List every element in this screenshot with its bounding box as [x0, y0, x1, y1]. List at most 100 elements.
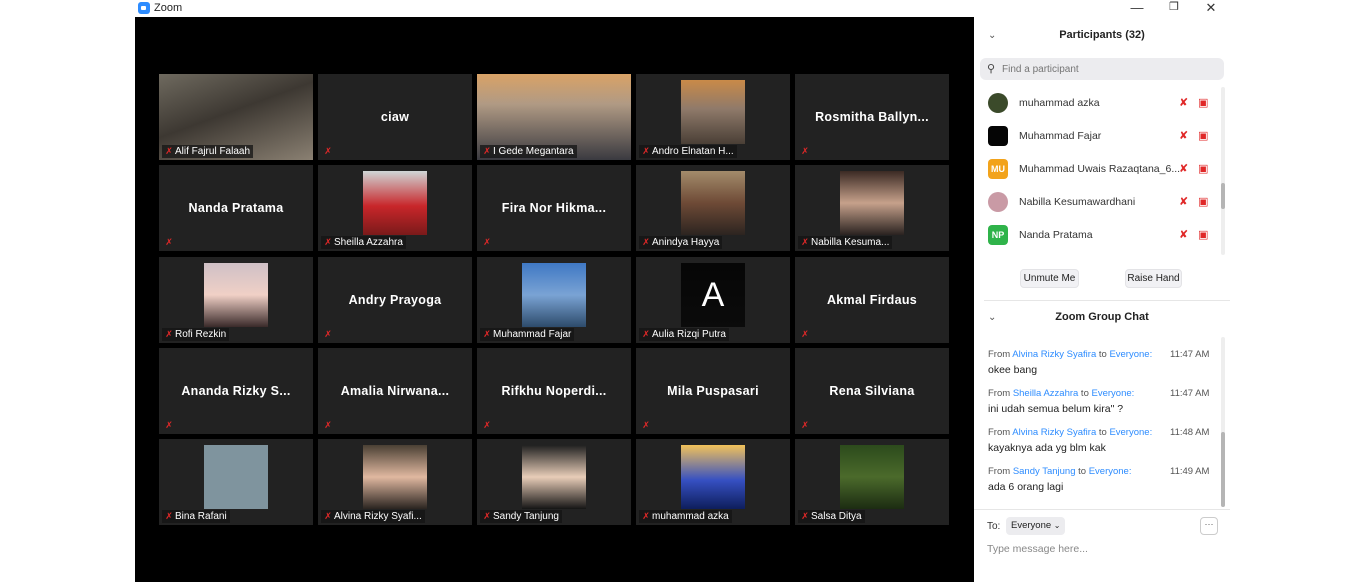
participant-tile[interactable]: ✗ muhammad azka	[636, 439, 790, 525]
participant-name-label: ✗ Sandy Tanjung	[480, 510, 562, 523]
muted-mic-icon: ✗	[801, 329, 809, 339]
muted-mic-icon: ✗	[324, 146, 332, 156]
participant-search-input[interactable]	[1002, 61, 1217, 77]
zoom-logo-icon	[138, 2, 150, 14]
participant-search[interactable]: ⚲	[980, 58, 1224, 80]
participant-tile[interactable]: ✗ Salsa Ditya	[795, 439, 949, 525]
participant-name: Ananda Rizky S...	[181, 384, 291, 398]
video-feed	[840, 445, 904, 509]
chat-message-meta: From Sheilla Azzahra to Everyone: 11:47 A…	[988, 388, 1218, 401]
participants-scroll-thumb[interactable]	[1221, 183, 1225, 209]
message-text: okee bang	[988, 364, 1038, 376]
participant-row[interactable]: muhammad azka ✘ ▣	[974, 88, 1230, 118]
participant-tile[interactable]: Rifkhu Noperdi... ✗	[477, 348, 631, 434]
participant-tile[interactable]: ✗ Nabilla Kesuma...	[795, 165, 949, 251]
participant-tile[interactable]: ✗ Alif Fajrul Falaah	[159, 74, 313, 160]
message-timestamp: 11:47 AM	[1170, 349, 1210, 360]
muted-mic-icon: ✗	[324, 329, 332, 339]
participant-tile[interactable]: ✗ Bina Rafani	[159, 439, 313, 525]
recipient-select[interactable]: Everyone ⌄	[1006, 517, 1065, 535]
participant-tile[interactable]: Fira Nor Hikma... ✗	[477, 165, 631, 251]
chat-scroll-thumb[interactable]	[1221, 432, 1225, 507]
participant-tile[interactable]: ✗ Sandy Tanjung	[477, 439, 631, 525]
recipient-name[interactable]: Everyone:	[1109, 427, 1152, 438]
chat-scrollbar[interactable]	[1221, 337, 1225, 507]
avatar: MU	[988, 159, 1008, 179]
video-feed	[681, 171, 745, 235]
from-prefix: From	[988, 388, 1013, 399]
message-text: ada 6 orang lagi	[988, 481, 1064, 493]
participant-tile[interactable]: Andry Prayoga ✗	[318, 257, 472, 343]
unmute-me-button[interactable]: Unmute Me	[1020, 269, 1079, 288]
participant-name-label: ✗ Muhammad Fajar	[480, 328, 575, 341]
participant-tile[interactable]: ✗ Muhammad Fajar	[477, 257, 631, 343]
participant-row[interactable]: MU Muhammad Uwais Razaqtana_6... ✘ ▣	[974, 154, 1230, 184]
recipient-name[interactable]: Everyone:	[1089, 466, 1132, 477]
participant-row[interactable]: Nabilla Kesumawardhani ✘ ▣	[974, 187, 1230, 217]
participant-tile[interactable]: Akmal Firdaus ✗	[795, 257, 949, 343]
participant-tile[interactable]: ✗ Anindya Hayya	[636, 165, 790, 251]
zoom-window: Zoom — ❐ ✕ ✗ Alif Fajrul Falaah ciaw ✗ ✗ I Ge…	[135, 0, 1230, 582]
participant-name-label: ✗ Alvina Rizky Syafi...	[321, 510, 425, 523]
participant-name: Akmal Firdaus	[826, 293, 918, 307]
video-feed	[363, 171, 427, 235]
participant-tile[interactable]: ciaw ✗	[318, 74, 472, 160]
muted-mic-icon: ✘	[1179, 163, 1189, 175]
participant-name-label: ✗ Rofi Rezkin	[162, 328, 230, 341]
participant-name-label: ✗ Nabilla Kesuma...	[798, 236, 893, 249]
muted-mic-icon: ✗	[801, 237, 809, 247]
participant-tile[interactable]: A ✗ Aulia Rizqi Putra	[636, 257, 790, 343]
participant-row[interactable]: Muhammad Fajar ✘ ▣	[974, 121, 1230, 151]
participant-tile[interactable]: ✗ Rofi Rezkin	[159, 257, 313, 343]
chat-message-input[interactable]	[987, 540, 1217, 558]
more-options-button[interactable]: ···	[1200, 517, 1218, 535]
participant-tile[interactable]: ✗ I Gede Megantara	[477, 74, 631, 160]
sender-name[interactable]: Alvina Rizky Syafira	[1012, 349, 1096, 360]
participant-tile[interactable]: ✗ Andro Elnatan H...	[636, 74, 790, 160]
muted-mic-icon: ✗	[801, 420, 809, 430]
message-text: ini udah semua belum kira" ?	[988, 403, 1124, 415]
participant-tile[interactable]: ✗ Alvina Rizky Syafi...	[318, 439, 472, 525]
raise-hand-button[interactable]: Raise Hand	[1125, 269, 1182, 288]
participant-tile[interactable]: Ananda Rizky S... ✗	[159, 348, 313, 434]
gallery-view: ✗ Alif Fajrul Falaah ciaw ✗ ✗ I Gede Megantar…	[135, 17, 974, 582]
sender-name[interactable]: Sheilla Azzahra	[1013, 388, 1078, 399]
sender-name[interactable]: Sandy Tanjung	[1013, 466, 1076, 477]
video-feed	[681, 445, 745, 509]
muted-mic-icon: ✗	[483, 329, 491, 339]
video-feed	[363, 445, 427, 509]
window-title: Zoom	[154, 2, 183, 14]
participant-row[interactable]: NP Nanda Pratama ✘ ▣	[974, 220, 1230, 250]
muted-mic-icon: ✘	[1179, 229, 1189, 241]
muted-mic-icon: ✗	[165, 237, 173, 247]
participant-name: Nabilla Kesumawardhani	[1019, 196, 1136, 208]
participant-tile[interactable]: Amalia Nirwana... ✗	[318, 348, 472, 434]
participant-tile[interactable]: Rosmitha Ballyn... ✗	[795, 74, 949, 160]
muted-mic-icon: ✗	[642, 420, 650, 430]
participant-name: I Gede Megantara	[493, 146, 574, 157]
sender-name[interactable]: Alvina Rizky Syafira	[1012, 427, 1096, 438]
minimize-button[interactable]: —	[1122, 0, 1152, 17]
muted-mic-icon: ✘	[1179, 130, 1189, 142]
participant-name: Alvina Rizky Syafi...	[334, 511, 422, 522]
restore-button[interactable]: ❐	[1159, 0, 1189, 17]
participant-tile[interactable]: ✗ Sheilla Azzahra	[318, 165, 472, 251]
participants-scrollbar[interactable]	[1221, 87, 1225, 255]
avatar-letter: A	[681, 263, 745, 327]
participant-tile[interactable]: Nanda Pratama ✗	[159, 165, 313, 251]
video-feed	[522, 263, 586, 327]
recipient-name[interactable]: Everyone:	[1092, 388, 1135, 399]
muted-mic-icon: ✘	[1179, 97, 1189, 109]
participant-name-label: ✗ I Gede Megantara	[480, 145, 577, 158]
video-feed	[204, 263, 268, 327]
to-word: to	[1075, 466, 1089, 477]
to-word: to	[1096, 349, 1110, 360]
participant-name: Muhammad Uwais Razaqtana_6...	[1019, 163, 1181, 175]
participant-tile[interactable]: Mila Puspasari ✗	[636, 348, 790, 434]
avatar: NP	[988, 225, 1008, 245]
participant-tile[interactable]: Rena Silviana ✗	[795, 348, 949, 434]
recipient-name[interactable]: Everyone:	[1109, 349, 1152, 360]
close-button[interactable]: ✕	[1196, 0, 1226, 17]
message-timestamp: 11:49 AM	[1170, 466, 1210, 477]
chat-message: From Alvina Rizky Syafira to Everyone: 11…	[988, 427, 1218, 454]
